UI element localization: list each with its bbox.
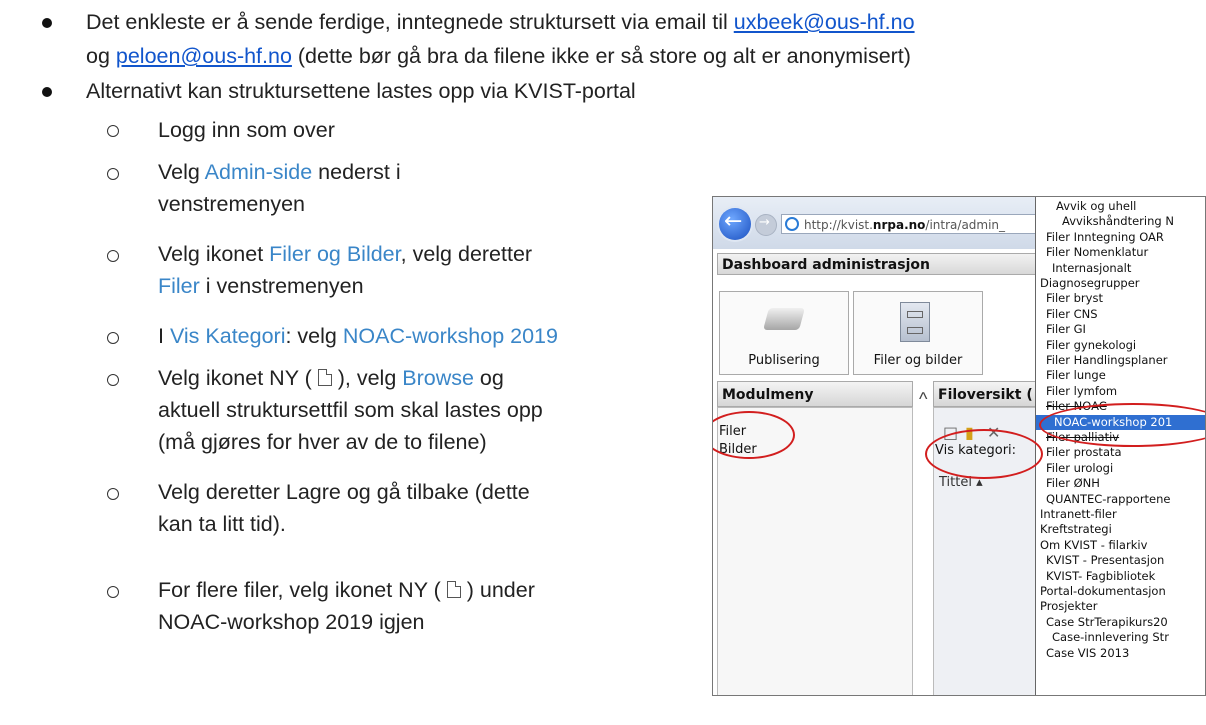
step-more: For flere filer, velg ikonet NY ( ) unde… <box>158 574 535 638</box>
step-admin: Velg Admin-side nederst i venstremenyen <box>158 156 401 220</box>
sub-bullet-marker <box>107 374 119 386</box>
dropdown-option[interactable]: Intranett-filer <box>1040 507 1117 522</box>
dropdown-option[interactable]: Case StrTerapikurs20 <box>1046 615 1168 630</box>
dropdown-option[interactable]: Portal-dokumentasjon <box>1040 584 1166 599</box>
step-save-b: kan ta litt tid). <box>158 512 286 536</box>
dropdown-option[interactable]: Avvikshåndtering N <box>1062 214 1174 229</box>
step-new-c: og <box>473 366 504 390</box>
dropdown-option[interactable]: Filer lymfom <box>1046 384 1117 399</box>
step-new: Velg ikonet NY ( ), velg Browse og aktue… <box>158 362 543 458</box>
dropdown-option[interactable]: Filer lunge <box>1046 368 1106 383</box>
step-files-a: Velg ikonet <box>158 242 270 266</box>
url-domain: nrpa.no <box>872 218 926 232</box>
step-admin-c: venstremenyen <box>158 192 305 216</box>
step-save: Velg deretter Lagre og gå tilbake (dette… <box>158 476 530 540</box>
kvist-portal-screenshot: http://kvist.nrpa.no/intra/admin_ Dashbo… <box>712 196 1206 696</box>
bullet-1-line2-text: (dette bør gå bra da filene ikke er så s… <box>291 44 911 68</box>
filoversikt-header: Filoversikt ( <box>933 381 1039 407</box>
printer-icon <box>763 308 805 330</box>
step-files-c: i venstremenyen <box>199 274 364 298</box>
step-save-a: Velg deretter Lagre og gå tilbake (dette <box>158 480 530 504</box>
bullet-1-line-2: og peloen@ous-hf.no (dette bør gå bra da… <box>86 41 911 71</box>
step-category-a: I <box>158 324 170 348</box>
document-page: Det enkleste er å sende ferdige, inntegn… <box>0 0 1206 725</box>
dropdown-option[interactable]: Prosjekter <box>1040 599 1097 614</box>
filer-og-bilder-term: Filer og Bilder <box>269 242 401 266</box>
browse-term: Browse <box>402 366 474 390</box>
dropdown-option[interactable]: Filer prostata <box>1046 445 1122 460</box>
dropdown-option[interactable]: KVIST - Presentasjon <box>1046 553 1164 568</box>
step-category: I Vis Kategori: velg NOAC-workshop 2019 <box>158 320 558 352</box>
cabinet-icon <box>900 302 930 342</box>
dropdown-option[interactable]: KVIST- Fagbibliotek <box>1046 569 1155 584</box>
bullet-1-line2-pre: og <box>86 44 116 68</box>
step-more-c: NOAC-workshop 2019 igjen <box>158 610 425 634</box>
step-admin-a: Velg <box>158 160 205 184</box>
bullet-1-line-1: Det enkleste er å sende ferdige, inntegn… <box>86 7 915 37</box>
step-category-b: : velg <box>285 324 343 348</box>
dropdown-option[interactable]: Kreftstrategi <box>1040 522 1112 537</box>
noac-workshop-term: NOAC-workshop 2019 <box>342 324 558 348</box>
sub-bullet-marker <box>107 125 119 137</box>
dropdown-option[interactable]: Filer gynekologi <box>1046 338 1136 353</box>
step-admin-b: nederst i <box>312 160 401 184</box>
dashboard-title: Dashboard administrasjon <box>717 253 1037 275</box>
filer-term: Filer <box>158 274 200 298</box>
sub-bullet-marker <box>107 586 119 598</box>
step-files: Velg ikonet Filer og Bilder, velg derett… <box>158 238 532 302</box>
filer-og-bilder-label: Filer og bilder <box>873 353 963 368</box>
url-post: /intra/admin_ <box>925 218 1006 232</box>
sub-bullet-marker <box>107 250 119 262</box>
dropdown-option[interactable]: Filer CNS <box>1046 307 1098 322</box>
dropdown-option[interactable]: Case-innlevering Str <box>1052 630 1169 645</box>
admin-side-term: Admin-side <box>204 160 313 184</box>
filer-og-bilder-tile[interactable]: Filer og bilder <box>853 291 983 375</box>
sub-bullet-marker <box>107 168 119 180</box>
dropdown-option[interactable]: Filer ØNH <box>1046 476 1100 491</box>
step-more-b: ) under <box>460 578 535 602</box>
scroll-up-icon[interactable]: ^ <box>919 389 927 410</box>
dropdown-option[interactable]: QUANTEC-rapportene <box>1046 492 1171 507</box>
step-new-a: Velg ikonet NY ( <box>158 366 318 390</box>
email-link-peloen[interactable]: peloen@ous-hf.no <box>116 44 292 68</box>
email-link-uxbeek[interactable]: uxbeek@ous-hf.no <box>734 10 915 34</box>
sub-bullet-marker <box>107 332 119 344</box>
back-icon[interactable] <box>719 208 751 240</box>
dropdown-option[interactable]: Filer GI <box>1046 322 1086 337</box>
dropdown-option[interactable]: Internasjonalt <box>1052 261 1131 276</box>
new-file-icon <box>317 368 333 386</box>
dropdown-option[interactable]: Filer bryst <box>1046 291 1103 306</box>
sub-bullet-marker <box>107 488 119 500</box>
step-new-b: ), velg <box>331 366 403 390</box>
publisering-label: Publisering <box>748 353 820 368</box>
step-login: Logg inn som over <box>158 118 335 142</box>
dropdown-option[interactable]: Filer urologi <box>1046 461 1113 476</box>
url-pre: http://kvist. <box>804 218 873 232</box>
browser-icon <box>785 217 799 231</box>
dropdown-option[interactable]: Filer Handlingsplaner <box>1046 353 1168 368</box>
new-file-icon <box>446 580 462 598</box>
step-new-e: (må gjøres for hver av de to filene) <box>158 430 487 454</box>
dropdown-option[interactable]: Filer Inntegning OAR <box>1046 230 1164 245</box>
highlight-circle-vis-kategori <box>925 429 1043 479</box>
bullet-dot <box>42 87 52 97</box>
modulmeny-header: Modulmeny <box>717 381 913 407</box>
step-new-d: aktuell struktursettfil som skal lastes … <box>158 398 543 422</box>
vis-kategori-term: Vis Kategori <box>169 324 286 348</box>
step-more-a: For flere filer, velg ikonet NY ( <box>158 578 447 602</box>
dropdown-option[interactable]: Filer Nomenklatur <box>1046 245 1148 260</box>
forward-icon[interactable] <box>755 214 777 236</box>
publisering-tile[interactable]: Publisering <box>719 291 849 375</box>
dropdown-option[interactable]: Diagnosegrupper <box>1040 276 1140 291</box>
dropdown-option[interactable]: Case VIS 2013 <box>1046 646 1129 661</box>
bullet-2-text: Alternativt kan struktursettene lastes o… <box>86 79 636 103</box>
dropdown-option[interactable]: Avvik og uhell <box>1056 199 1136 214</box>
step-files-b: , velg deretter <box>400 242 533 266</box>
bullet-1-text: Det enkleste er å sende ferdige, inntegn… <box>86 10 734 34</box>
bullet-dot <box>42 18 52 28</box>
dropdown-option[interactable]: Om KVIST - filarkiv <box>1040 538 1147 553</box>
